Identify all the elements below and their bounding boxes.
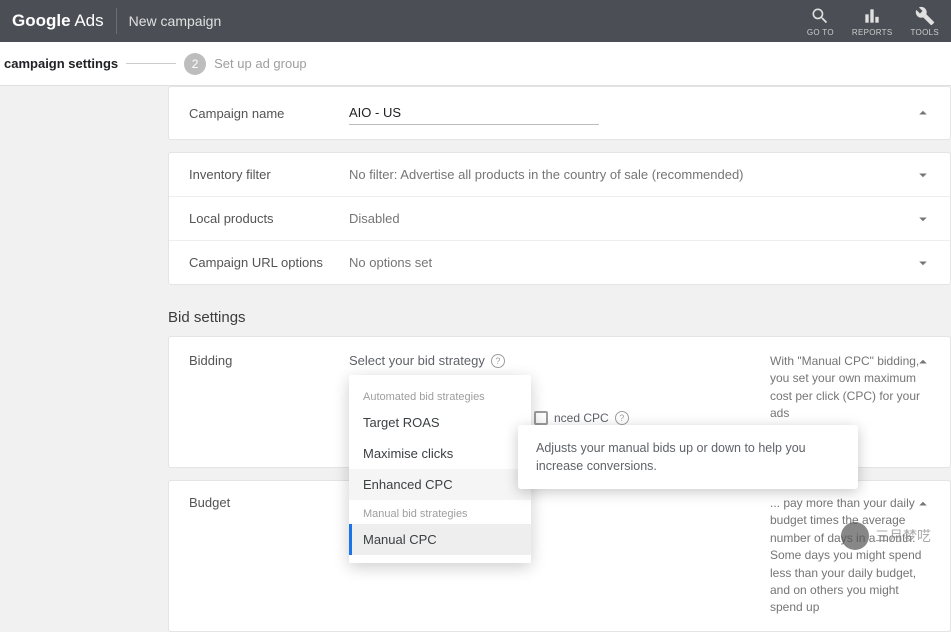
campaign-name-input[interactable] bbox=[349, 101, 599, 125]
help-icon[interactable]: ? bbox=[615, 411, 629, 425]
budget-help-text: ... pay more than your daily budget time… bbox=[750, 495, 930, 617]
campaign-name-label: Campaign name bbox=[189, 106, 349, 121]
campaign-name-row[interactable]: Campaign name bbox=[169, 87, 950, 139]
option-target-roas[interactable]: Target ROAS bbox=[349, 407, 531, 438]
dropdown-group-manual: Manual bid strategies bbox=[349, 500, 531, 524]
reports-button[interactable]: REPORTS bbox=[852, 6, 893, 37]
enhanced-cpc-tooltip: Adjusts your manual bids up or down to h… bbox=[518, 425, 858, 489]
filters-card: Inventory filter No filter: Advertise al… bbox=[168, 152, 951, 285]
chart-icon bbox=[862, 6, 882, 26]
step-connector bbox=[126, 63, 176, 64]
watermark: 三月梦呓 bbox=[841, 522, 931, 550]
chevron-down-icon bbox=[914, 254, 932, 272]
wrench-icon bbox=[915, 6, 935, 26]
chevron-up-icon bbox=[914, 495, 932, 513]
chevron-up-icon bbox=[914, 104, 932, 122]
campaign-name-card: Campaign name bbox=[168, 86, 951, 140]
divider bbox=[116, 8, 117, 34]
step-campaign-settings[interactable]: campaign settings bbox=[4, 56, 118, 71]
local-products-row[interactable]: Local products Disabled bbox=[169, 197, 950, 241]
stepper: campaign settings 2 Set up ad group bbox=[0, 42, 951, 86]
page-title: New campaign bbox=[129, 13, 222, 29]
option-enhanced-cpc[interactable]: Enhanced CPC bbox=[349, 469, 531, 500]
watermark-icon bbox=[841, 522, 869, 550]
step-ad-group[interactable]: 2 Set up ad group bbox=[184, 53, 307, 75]
chevron-down-icon bbox=[914, 166, 932, 184]
bid-settings-title: Bid settings bbox=[168, 297, 951, 336]
bid-strategy-dropdown: Automated bid strategies Target ROAS Max… bbox=[349, 375, 531, 563]
checkbox-icon[interactable] bbox=[534, 411, 548, 425]
help-icon[interactable]: ? bbox=[491, 354, 505, 368]
tools-button[interactable]: TOOLS bbox=[911, 6, 939, 37]
url-options-row[interactable]: Campaign URL options No options set bbox=[169, 241, 950, 284]
bid-strategy-selector[interactable]: Select your bid strategy ? bbox=[349, 353, 750, 368]
app-header: Google Ads New campaign GO TO REPORTS TO… bbox=[0, 0, 951, 42]
budget-row: Budget ... pay more than your daily budg… bbox=[169, 481, 950, 631]
logo: Google Ads bbox=[12, 11, 104, 31]
dropdown-group-automated: Automated bid strategies bbox=[349, 383, 531, 407]
main-content: Campaign name Inventory filter No filter… bbox=[0, 86, 951, 632]
option-maximise-clicks[interactable]: Maximise clicks bbox=[349, 438, 531, 469]
goto-button[interactable]: GO TO bbox=[807, 6, 834, 37]
budget-card: Budget ... pay more than your daily budg… bbox=[168, 480, 951, 632]
enhanced-cpc-checkbox-row[interactable]: nced CPC ? bbox=[534, 411, 629, 425]
chevron-up-icon bbox=[914, 353, 932, 371]
inventory-filter-row[interactable]: Inventory filter No filter: Advertise al… bbox=[169, 153, 950, 197]
option-manual-cpc[interactable]: Manual CPC bbox=[349, 524, 531, 555]
search-icon bbox=[810, 6, 830, 26]
chevron-down-icon bbox=[914, 210, 932, 228]
